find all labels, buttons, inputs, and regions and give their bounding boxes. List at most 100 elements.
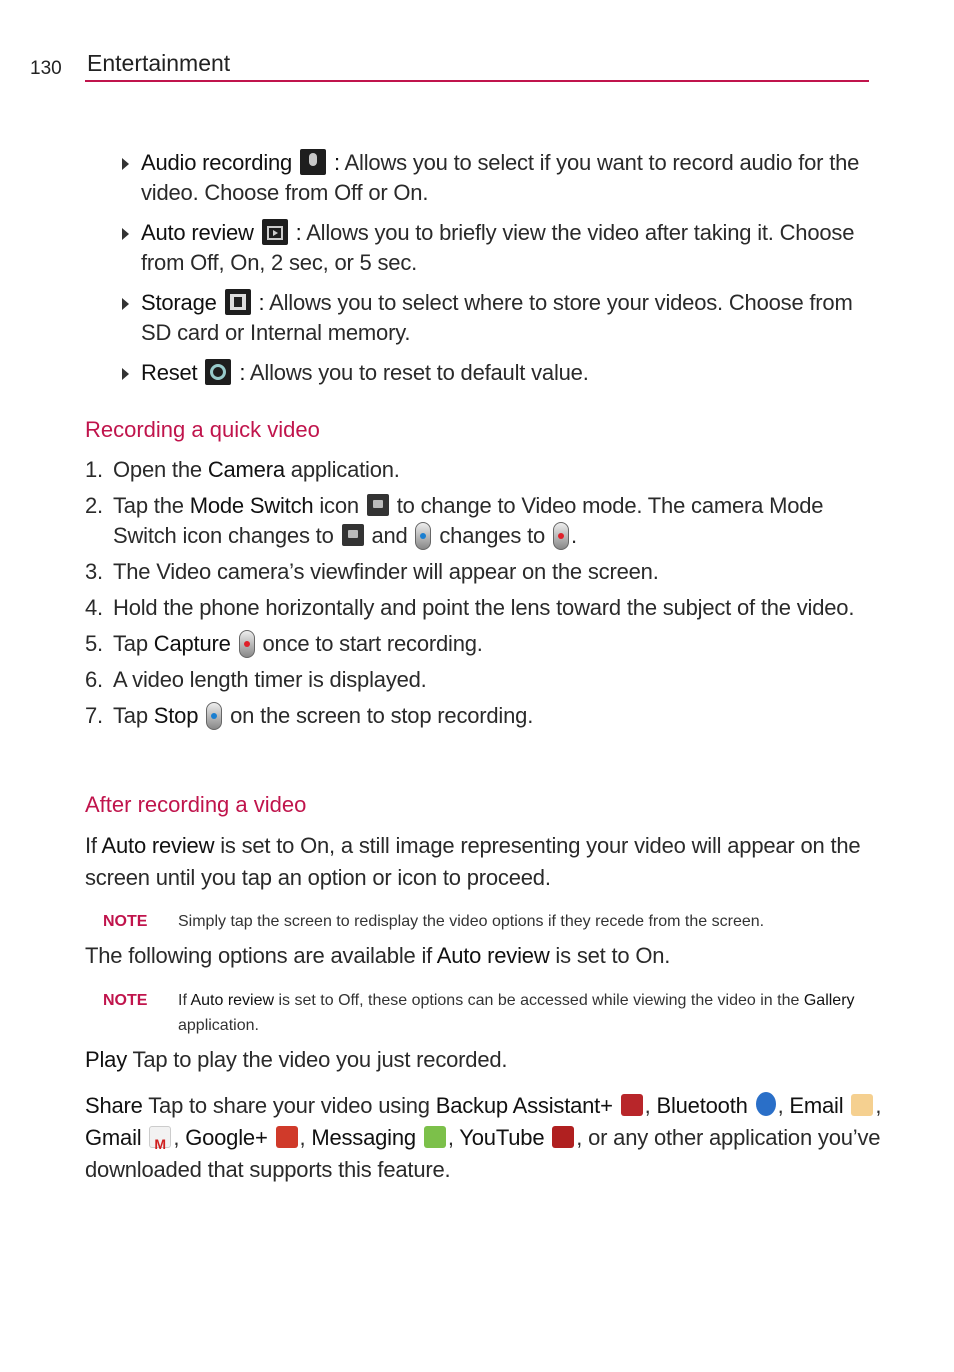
text: application. bbox=[178, 1017, 259, 1034]
step-text: on the screen to stop recording. bbox=[224, 703, 534, 728]
step-3: 3. The Video camera’s viewfinder will ap… bbox=[85, 557, 875, 587]
step-text: The Video camera’s viewfinder will appea… bbox=[113, 559, 659, 584]
stop-icon bbox=[206, 702, 223, 730]
step-text: Hold the phone horizontally and point th… bbox=[113, 595, 855, 620]
step-text: . bbox=[570, 523, 577, 548]
microphone-icon bbox=[300, 149, 327, 175]
bullet-term: Reset bbox=[141, 360, 198, 385]
step-number: 6. bbox=[85, 667, 103, 692]
option-term: Play bbox=[85, 1047, 127, 1072]
gmail-icon bbox=[149, 1126, 172, 1160]
note-label: NOTE bbox=[103, 992, 148, 1009]
step-text: once to start recording. bbox=[256, 631, 483, 656]
shutter-button-icon bbox=[415, 522, 432, 550]
bullet-auto-review: Auto review : Allows you to briefly view… bbox=[118, 218, 878, 278]
bullet-audio-recording: Audio recording : Allows you to select i… bbox=[118, 148, 878, 208]
settings-bullet-list: Audio recording : Allows you to select i… bbox=[118, 148, 878, 398]
text: If bbox=[178, 992, 191, 1009]
record-button-icon bbox=[552, 522, 569, 550]
step-number: 2. bbox=[85, 493, 103, 518]
options-line: The following options are available if A… bbox=[85, 941, 885, 971]
section-heading-after-recording: After recording a video bbox=[85, 792, 307, 817]
bullet-term: Storage bbox=[141, 290, 217, 315]
step-6: 6. A video length timer is displayed. bbox=[85, 665, 875, 695]
step-text: Tap bbox=[113, 703, 154, 728]
play-preview-icon bbox=[261, 219, 288, 245]
option-desc: Tap to play the video you just recorded. bbox=[127, 1047, 508, 1072]
note-label: NOTE bbox=[103, 913, 148, 930]
app-name: YouTube bbox=[459, 1125, 545, 1150]
separator: : bbox=[252, 290, 265, 315]
step-term: Stop bbox=[153, 703, 199, 728]
app-name: Gmail bbox=[85, 1125, 142, 1150]
step-text: and bbox=[365, 523, 414, 548]
play-option: Play Tap to play the video you just reco… bbox=[85, 1045, 885, 1075]
triangle-bullet-icon bbox=[122, 368, 129, 380]
step-text: A video length timer is displayed. bbox=[113, 667, 427, 692]
triangle-bullet-icon bbox=[122, 228, 129, 240]
app-name: Backup Assistant+ bbox=[435, 1093, 613, 1118]
app-name: Bluetooth bbox=[656, 1093, 748, 1118]
step-number: 7. bbox=[85, 703, 103, 728]
section-heading-recording: Recording a quick video bbox=[85, 417, 320, 442]
term: Auto review bbox=[190, 992, 275, 1009]
share-option: Share Tap to share your video using Back… bbox=[85, 1090, 885, 1186]
step-text: Tap bbox=[113, 631, 154, 656]
app-name: Messaging bbox=[311, 1125, 416, 1150]
email-icon bbox=[851, 1094, 874, 1116]
term: Gallery bbox=[803, 992, 855, 1009]
step-7: 7. Tap Stop on the screen to stop record… bbox=[85, 701, 875, 731]
bluetooth-icon bbox=[755, 1092, 776, 1116]
triangle-bullet-icon bbox=[122, 298, 129, 310]
step-2: 2. Tap the Mode Switch icon to change to… bbox=[85, 491, 875, 551]
bullet-desc: Allows you to reset to default value. bbox=[245, 360, 589, 385]
step-text: icon bbox=[313, 493, 365, 518]
text: If bbox=[85, 833, 102, 858]
separator: : bbox=[328, 150, 340, 175]
sd-card-icon bbox=[224, 289, 251, 315]
capture-icon bbox=[238, 630, 255, 658]
step-number: 4. bbox=[85, 595, 103, 620]
option-term: Share bbox=[85, 1093, 143, 1118]
video-mode-icon bbox=[341, 524, 364, 546]
bullet-reset: Reset : Allows you to reset to default v… bbox=[118, 358, 878, 388]
page-number: 130 bbox=[30, 58, 62, 79]
step-text: Open the bbox=[113, 457, 208, 482]
step-text: application. bbox=[284, 457, 400, 482]
text: The following options are available if bbox=[85, 943, 437, 968]
reset-icon bbox=[205, 359, 232, 385]
youtube-icon bbox=[552, 1126, 575, 1148]
auto-review-intro: If Auto review is set to On, a still ima… bbox=[85, 830, 885, 894]
option-desc: Tap to share your video using bbox=[142, 1093, 436, 1118]
messaging-icon bbox=[423, 1126, 446, 1148]
step-term: Mode Switch bbox=[189, 493, 314, 518]
app-name: Email bbox=[789, 1093, 844, 1118]
triangle-bullet-icon bbox=[122, 158, 129, 170]
step-term: Capture bbox=[153, 631, 231, 656]
backup-assistant-icon bbox=[620, 1094, 643, 1116]
header-rule bbox=[85, 80, 869, 82]
step-number: 3. bbox=[85, 559, 103, 584]
note-text: Simply tap the screen to redisplay the v… bbox=[178, 913, 765, 930]
note-text: If Auto review is set to Off, these opti… bbox=[178, 988, 863, 1038]
step-number: 5. bbox=[85, 631, 103, 656]
app-name: Google+ bbox=[185, 1125, 268, 1150]
step-text: Tap the bbox=[113, 493, 190, 518]
bullet-storage: Storage : Allows you to select where to … bbox=[118, 288, 878, 348]
separator: : bbox=[233, 360, 246, 385]
bullet-term: Audio recording bbox=[141, 150, 293, 175]
text: is set to On. bbox=[549, 943, 671, 968]
step-term: Camera bbox=[207, 457, 285, 482]
step-number: 1. bbox=[85, 457, 103, 482]
note-1: NOTE Simply tap the screen to redisplay … bbox=[103, 909, 863, 934]
note-2: NOTE If Auto review is set to Off, these… bbox=[103, 988, 863, 1038]
step-4: 4. Hold the phone horizontally and point… bbox=[85, 593, 875, 623]
step-1: 1. Open the Camera application. bbox=[85, 455, 875, 485]
bullet-term: Auto review bbox=[141, 220, 254, 245]
step-5: 5. Tap Capture once to start recording. bbox=[85, 629, 875, 659]
step-text: changes to bbox=[433, 523, 551, 548]
term: Auto review bbox=[101, 833, 215, 858]
google-plus-icon bbox=[275, 1126, 298, 1148]
term: Auto review bbox=[436, 943, 550, 968]
page-title: Entertainment bbox=[87, 50, 231, 76]
